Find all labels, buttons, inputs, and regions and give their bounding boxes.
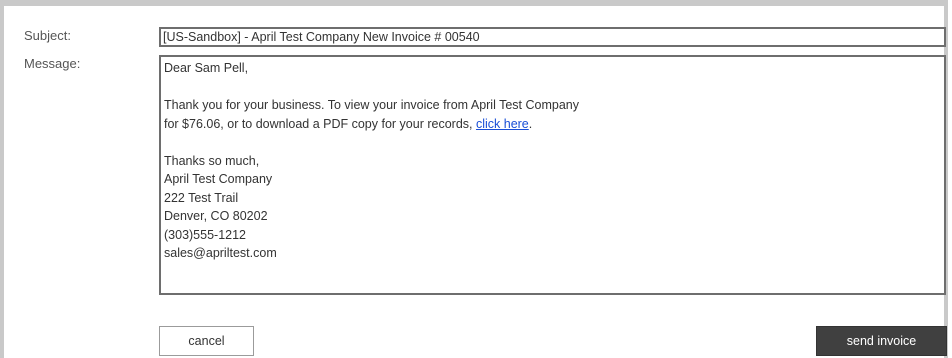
message-company: April Test Company [164, 172, 273, 186]
subject-input[interactable] [159, 27, 946, 47]
message-closing: Thanks so much, [164, 153, 260, 168]
message-label: Message: [24, 56, 81, 71]
message-body-line-2-text: for $76.06, or to download a PDF copy fo… [164, 116, 476, 131]
message-body-line-1: Thank you for your business. To view you… [164, 98, 580, 112]
email-invoice-panel: Subject: Message: Dear Sam Pell, Thank y… [0, 0, 948, 358]
cancel-button[interactable]: cancel [159, 326, 254, 356]
subject-label: Subject: [24, 28, 71, 43]
send-invoice-button[interactable]: send invoice [816, 326, 947, 356]
message-greeting: Dear Sam Pell, [164, 61, 249, 75]
click-here-link[interactable]: click here [476, 117, 529, 131]
message-phone: (303)555-1212 [164, 227, 247, 242]
message-street: 222 Test Trail [164, 190, 239, 205]
message-email: sales@apriltest.com [164, 246, 277, 260]
message-city: Denver, CO 80202 [164, 209, 268, 223]
message-textarea[interactable]: Dear Sam Pell, Thank you for your busine… [159, 55, 946, 295]
message-body-line-2: for $76.06, or to download a PDF copy fo… [164, 115, 941, 134]
message-body-line-2-end: . [528, 116, 533, 131]
